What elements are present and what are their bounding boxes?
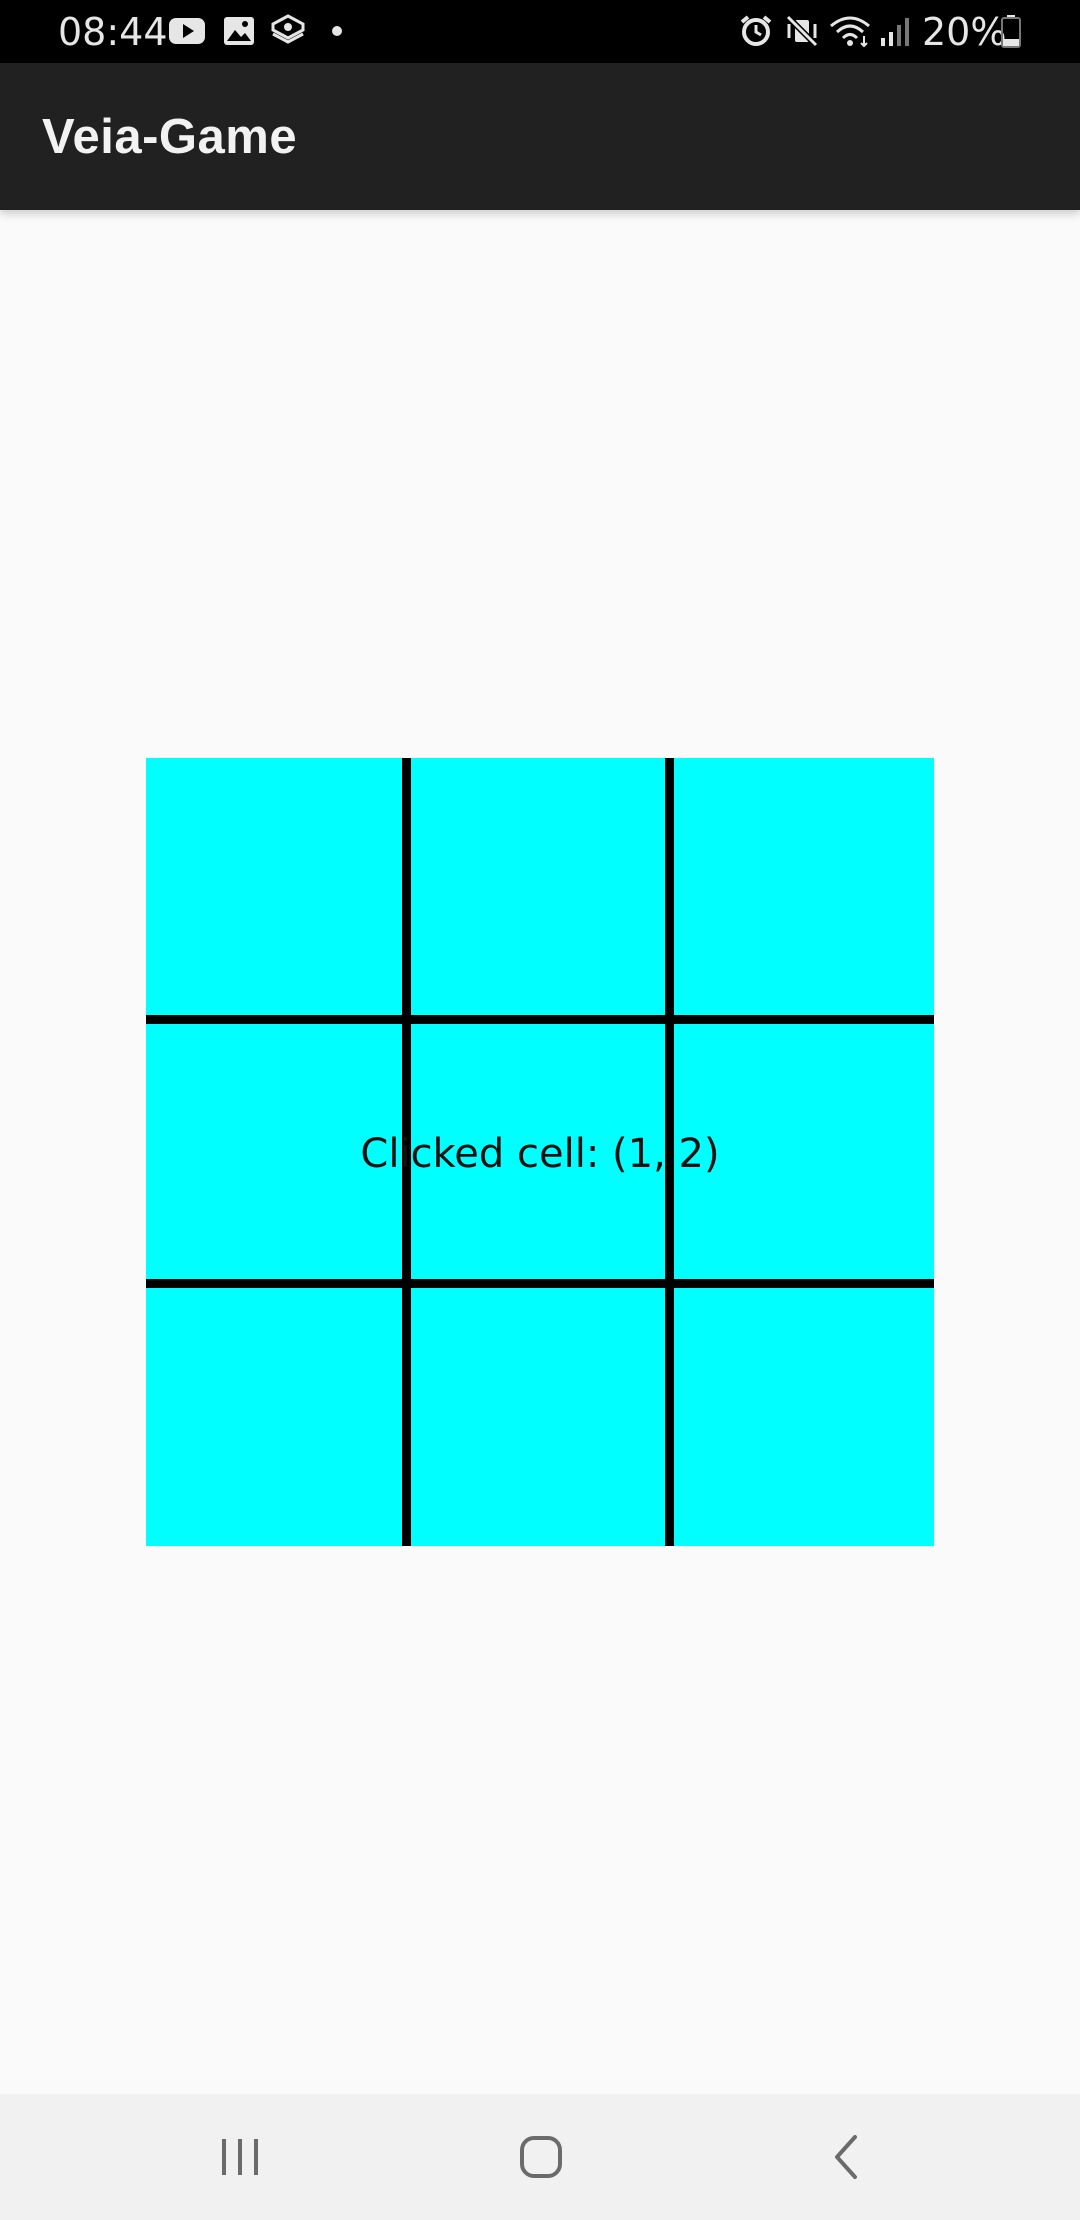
alarm-icon (740, 15, 772, 46)
board-cell-2-0[interactable] (146, 1288, 402, 1546)
wifi-icon (830, 16, 870, 48)
signal-icon (881, 18, 909, 46)
clicked-cell-status: Clicked cell: (1, 2) (360, 1131, 720, 1177)
grid-line-horizontal (146, 1015, 934, 1024)
app-notification-icon (271, 14, 305, 44)
dot-icon (332, 26, 342, 36)
board-cell-2-2[interactable] (674, 1288, 934, 1546)
grid-line-horizontal (146, 1279, 934, 1288)
home-icon[interactable] (502, 2127, 582, 2187)
app-title: Veia-Game (42, 110, 298, 164)
youtube-icon (169, 18, 205, 44)
board-cell-0-1[interactable] (411, 758, 665, 1015)
status-time: 08:44 (58, 10, 168, 54)
gallery-icon (224, 17, 254, 45)
status-bar: 08:44 20% (0, 0, 1080, 63)
board-cell-2-1[interactable] (411, 1288, 665, 1546)
battery-icon (1001, 15, 1021, 48)
navigation-bar (0, 2094, 1080, 2220)
vibrate-mute-icon (785, 14, 819, 48)
battery-percentage: 20% (922, 10, 1007, 54)
recents-icon[interactable] (200, 2127, 280, 2187)
board-cell-0-2[interactable] (674, 758, 934, 1015)
back-icon[interactable] (805, 2127, 885, 2187)
app-bar: Veia-Game (0, 63, 1080, 210)
board-cell-0-0[interactable] (146, 758, 402, 1015)
game-board: Clicked cell: (1, 2) (146, 758, 934, 1546)
